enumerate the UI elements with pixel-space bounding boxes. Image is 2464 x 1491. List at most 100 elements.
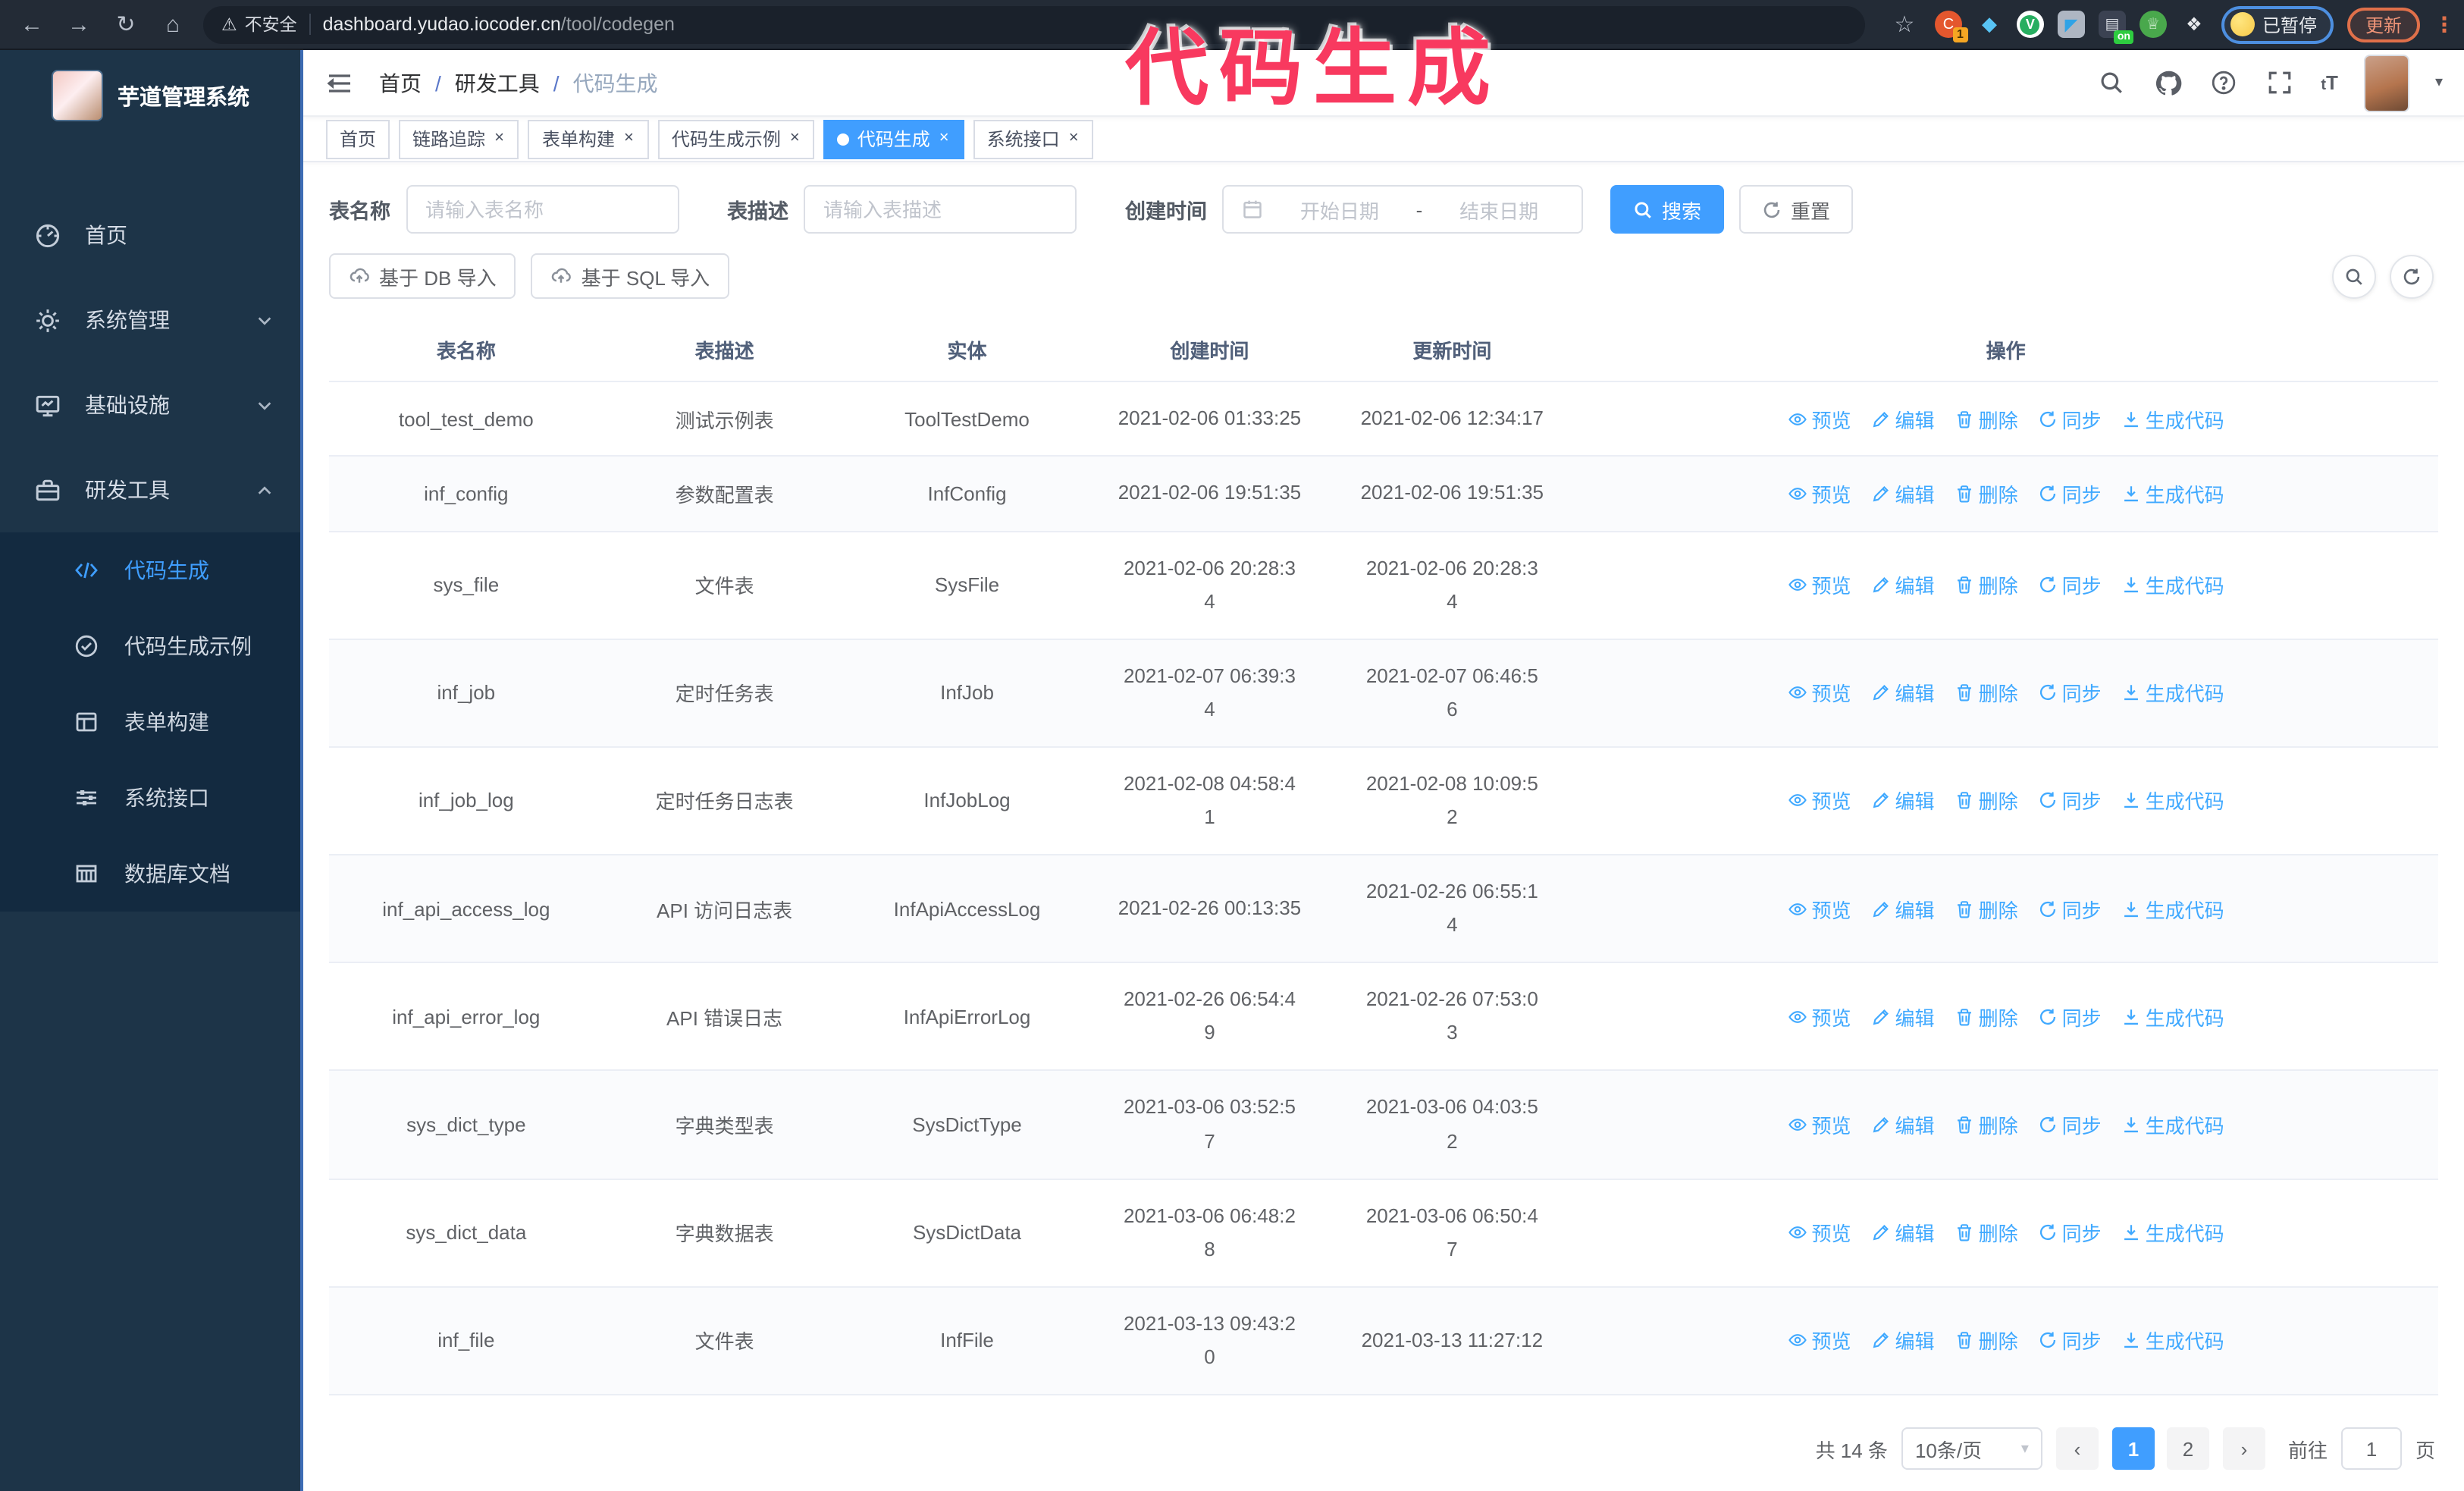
edit-op[interactable]: 编辑 (1871, 786, 1935, 815)
edit-op[interactable]: 编辑 (1871, 894, 1935, 923)
tab-1[interactable]: 链路追踪 × (399, 119, 519, 159)
extension-gem-icon[interactable]: ◆ (1976, 11, 2003, 38)
search-icon[interactable] (2096, 67, 2127, 98)
sidebar-item-system[interactable]: 系统管理 (0, 278, 300, 363)
preview-op[interactable]: 预览 (1788, 894, 1851, 923)
profile-paused-pill[interactable]: 已暂停 (2221, 5, 2334, 43)
sync-op[interactable]: 同步 (2038, 1110, 2102, 1139)
generate-code-op[interactable]: 生成代码 (2121, 1218, 2224, 1247)
page-size-select[interactable]: 10条/页 ▾ (1901, 1427, 2042, 1470)
tab-4[interactable]: 代码生成 × (823, 119, 964, 159)
sidebar-item-infra[interactable]: 基础设施 (0, 363, 300, 447)
generate-code-op[interactable]: 生成代码 (2121, 479, 2224, 508)
delete-op[interactable]: 删除 (1955, 405, 2018, 434)
tab-home[interactable]: 首页 (326, 119, 390, 159)
delete-op[interactable]: 删除 (1955, 1326, 2018, 1355)
sidebar-item-form-builder[interactable]: 表单构建 (0, 684, 300, 760)
font-size-icon[interactable]: tT (2321, 71, 2338, 94)
table-name-input[interactable] (406, 185, 679, 234)
help-icon[interactable] (2209, 67, 2239, 98)
page-button-1[interactable]: 1 (2111, 1427, 2155, 1470)
generate-code-op[interactable]: 生成代码 (2121, 1110, 2224, 1139)
bookmark-star-icon[interactable]: ☆ (1888, 8, 1921, 41)
preview-op[interactable]: 预览 (1788, 1218, 1851, 1247)
sidebar-collapse-icon[interactable] (324, 67, 355, 98)
delete-op[interactable]: 删除 (1955, 1218, 2018, 1247)
sync-op[interactable]: 同步 (2038, 1326, 2102, 1355)
delete-op[interactable]: 删除 (1955, 1110, 2018, 1139)
delete-op[interactable]: 删除 (1955, 1003, 2018, 1031)
table-desc-input[interactable] (804, 185, 1077, 234)
sync-op[interactable]: 同步 (2038, 1003, 2102, 1031)
tab-2[interactable]: 表单构建 × (528, 119, 649, 159)
fullscreen-icon[interactable] (2265, 67, 2295, 98)
close-icon[interactable]: × (493, 130, 506, 148)
sync-op[interactable]: 同步 (2038, 679, 2102, 708)
import-sql-button[interactable]: 基于 SQL 导入 (531, 253, 730, 300)
preview-op[interactable]: 预览 (1788, 570, 1851, 599)
generate-code-op[interactable]: 生成代码 (2121, 1326, 2224, 1355)
generate-code-op[interactable]: 生成代码 (2121, 786, 2224, 815)
sync-op[interactable]: 同步 (2038, 570, 2102, 599)
address-bar[interactable]: ⚠ 不安全 dashboard.yudao.iocoder.cn/tool/cod… (203, 5, 1865, 43)
import-db-button[interactable]: 基于 DB 导入 (329, 253, 516, 300)
edit-op[interactable]: 编辑 (1871, 570, 1935, 599)
edit-op[interactable]: 编辑 (1871, 679, 1935, 708)
toggle-search-button[interactable] (2332, 254, 2376, 299)
breadcrumb-home[interactable]: 首页 (379, 67, 422, 98)
sync-op[interactable]: 同步 (2038, 1218, 2102, 1247)
delete-op[interactable]: 删除 (1955, 570, 2018, 599)
edit-op[interactable]: 编辑 (1871, 479, 1935, 508)
close-icon[interactable]: × (622, 130, 635, 148)
preview-op[interactable]: 预览 (1788, 405, 1851, 434)
page-button-2[interactable]: 2 (2166, 1427, 2209, 1470)
sync-op[interactable]: 同步 (2038, 894, 2102, 923)
extensions-puzzle-icon[interactable]: ❖ (2180, 11, 2208, 38)
sidebar-item-db-doc[interactable]: 数据库文档 (0, 836, 300, 912)
generate-code-op[interactable]: 生成代码 (2121, 405, 2224, 434)
extension-v-icon[interactable]: V (2016, 11, 2044, 38)
browser-home-icon[interactable]: ⌂ (156, 8, 190, 41)
sidebar-item-codegen[interactable]: 代码生成 (0, 532, 300, 608)
avatar-caret-icon[interactable]: ▾ (2435, 74, 2443, 91)
generate-code-op[interactable]: 生成代码 (2121, 894, 2224, 923)
close-icon[interactable]: × (788, 130, 801, 148)
edit-op[interactable]: 编辑 (1871, 1110, 1935, 1139)
security-warning-icon[interactable]: ⚠ 不安全 (221, 12, 297, 36)
edit-op[interactable]: 编辑 (1871, 1326, 1935, 1355)
extension-grid-icon[interactable]: ◤ (2057, 11, 2085, 38)
reset-button[interactable]: 重置 (1739, 185, 1854, 234)
delete-op[interactable]: 删除 (1955, 786, 2018, 815)
generate-code-op[interactable]: 生成代码 (2121, 679, 2224, 708)
extension-tabs-icon[interactable]: ▤ on (2098, 11, 2133, 44)
generate-code-op[interactable]: 生成代码 (2121, 1003, 2224, 1031)
extension-orange-icon[interactable]: C1 (1934, 11, 1968, 42)
generate-code-op[interactable]: 生成代码 (2121, 570, 2224, 599)
edit-op[interactable]: 编辑 (1871, 1218, 1935, 1247)
sidebar-item-codegen-example[interactable]: 代码生成示例 (0, 608, 300, 684)
preview-op[interactable]: 预览 (1788, 679, 1851, 708)
goto-page-input[interactable] (2340, 1427, 2402, 1470)
browser-update-button[interactable]: 更新 (2346, 7, 2420, 42)
preview-op[interactable]: 预览 (1788, 479, 1851, 508)
delete-op[interactable]: 删除 (1955, 679, 2018, 708)
github-icon[interactable] (2152, 67, 2183, 98)
close-icon[interactable]: × (938, 130, 951, 148)
tab-5[interactable]: 系统接口 × (973, 119, 1094, 159)
preview-op[interactable]: 预览 (1788, 1326, 1851, 1355)
sidebar-item-home[interactable]: 首页 (0, 193, 300, 278)
app-logo-row[interactable]: 芋道管理系统 (0, 50, 300, 141)
delete-op[interactable]: 删除 (1955, 894, 2018, 923)
edit-op[interactable]: 编辑 (1871, 405, 1935, 434)
sync-op[interactable]: 同步 (2038, 479, 2102, 508)
browser-back-icon[interactable]: ← (15, 8, 49, 41)
refresh-table-button[interactable] (2390, 254, 2434, 299)
extension-green-icon[interactable]: ♕ (2139, 11, 2167, 38)
avatar[interactable] (2363, 54, 2409, 112)
edit-op[interactable]: 编辑 (1871, 1003, 1935, 1031)
close-icon[interactable]: × (1067, 130, 1080, 148)
sidebar-item-system-api[interactable]: 系统接口 (0, 760, 300, 836)
search-button[interactable]: 搜索 (1610, 185, 1725, 234)
date-range-input[interactable]: 开始日期 - 结束日期 (1222, 185, 1583, 234)
browser-forward-icon[interactable]: → (62, 8, 96, 41)
